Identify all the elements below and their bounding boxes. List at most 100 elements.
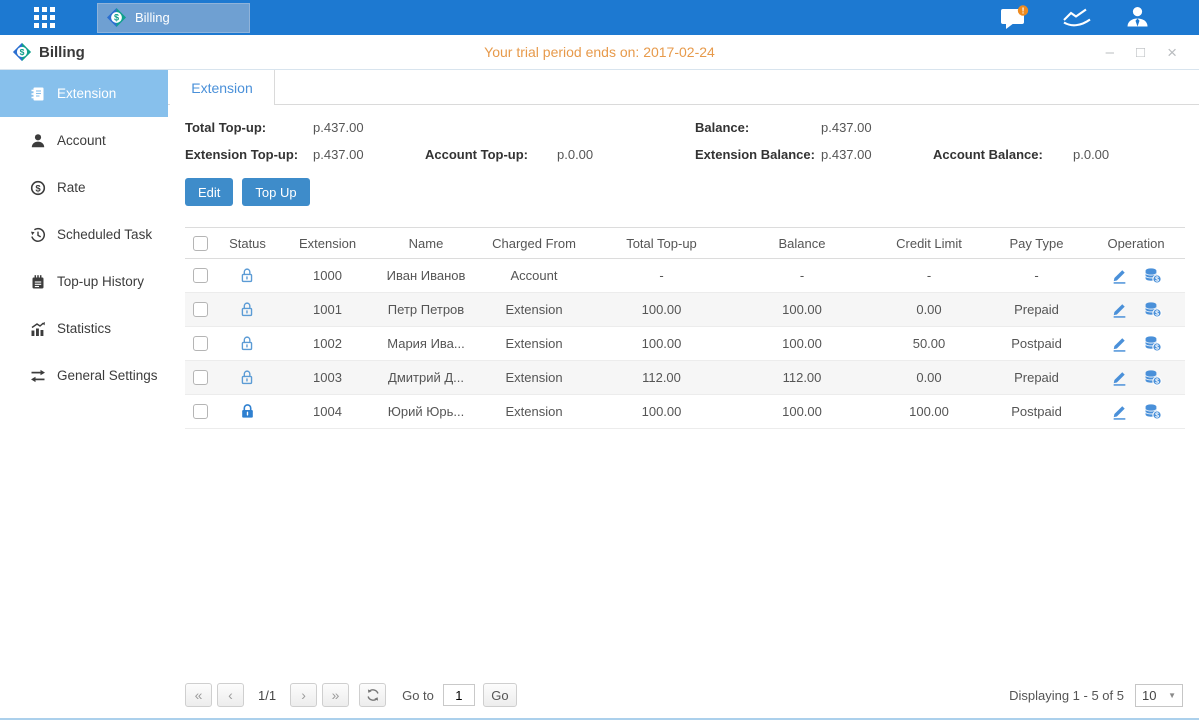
cell-charged-from: Extension: [477, 395, 591, 429]
go-button[interactable]: Go: [483, 683, 517, 707]
refresh-button[interactable]: [359, 683, 386, 707]
cell-total-topup: 100.00: [591, 395, 732, 429]
apps-grid-icon[interactable]: [34, 7, 55, 28]
statistics-chart-icon[interactable]: [1061, 6, 1092, 30]
sidebar-item-extension[interactable]: Extension: [0, 70, 168, 117]
unlock-icon: [239, 369, 256, 384]
edit-icon[interactable]: [1111, 267, 1128, 284]
extension-balance-label: Extension Balance:: [695, 147, 821, 162]
cell-balance: 100.00: [732, 395, 872, 429]
cell-balance: -: [732, 259, 872, 293]
cell-credit-limit: 0.00: [872, 293, 986, 327]
displaying-status: Displaying 1 - 5 of 5: [1009, 688, 1124, 703]
col-total-topup: Total Top-up: [591, 228, 732, 259]
top-up-coins-icon[interactable]: $: [1144, 267, 1162, 284]
trial-notice: Your trial period ends on: 2017-02-24: [0, 44, 1199, 60]
svg-text:$: $: [1155, 413, 1159, 420]
action-buttons: Edit Top Up: [168, 178, 1199, 206]
main-content: Extension Total Top-up: p.437.00 Extensi…: [168, 70, 1199, 720]
close-button[interactable]: ×: [1167, 44, 1177, 61]
col-credit-limit: Credit Limit: [872, 228, 986, 259]
rate-dollar-circle-icon: $: [30, 180, 46, 196]
goto-label: Go to: [402, 688, 434, 703]
last-page-button[interactable]: »: [322, 683, 349, 707]
topbar: $ Billing !: [0, 0, 1199, 35]
cell-pay-type: Postpaid: [986, 327, 1087, 361]
cell-name: Петр Петров: [375, 293, 477, 327]
edit-button[interactable]: Edit: [185, 178, 233, 206]
cell-charged-from: Extension: [477, 293, 591, 327]
cell-balance: 100.00: [732, 327, 872, 361]
sidebar-item-label: Extension: [57, 86, 116, 101]
svg-text:$: $: [35, 183, 41, 194]
svg-text:$: $: [1155, 311, 1159, 318]
sidebar: Extension Account $ Rate: [0, 70, 168, 720]
page-size-select[interactable]: 10 ▼: [1135, 684, 1183, 707]
sidebar-item-label: Statistics: [57, 321, 111, 336]
bar-chart-arrow-icon: [30, 321, 46, 337]
cell-total-topup: 100.00: [591, 293, 732, 327]
topbar-actions: !: [1000, 5, 1151, 31]
edit-icon[interactable]: [1111, 369, 1128, 386]
messages-icon[interactable]: !: [1000, 5, 1029, 31]
table-row: 1004 Юрий Юрь... Extension 100.00 100.00…: [185, 395, 1185, 429]
minimize-button[interactable]: –: [1106, 45, 1114, 60]
sidebar-item-rate[interactable]: $ Rate: [0, 164, 168, 211]
edit-icon[interactable]: [1111, 301, 1128, 318]
billing-window-icon: $: [12, 42, 32, 62]
maximize-button[interactable]: □: [1136, 45, 1145, 60]
cell-credit-limit: 50.00: [872, 327, 986, 361]
sidebar-item-topup-history[interactable]: Top-up History: [0, 258, 168, 305]
sidebar-item-scheduled-task[interactable]: Scheduled Task: [0, 211, 168, 258]
sidebar-item-label: Rate: [57, 180, 86, 195]
cell-name: Мария Ива...: [375, 327, 477, 361]
sidebar-item-general-settings[interactable]: General Settings: [0, 352, 168, 399]
tab-bar: Extension: [168, 70, 1199, 105]
user-icon[interactable]: [1124, 5, 1151, 31]
row-checkbox[interactable]: [193, 404, 208, 419]
row-checkbox[interactable]: [193, 370, 208, 385]
top-up-coins-icon[interactable]: $: [1144, 301, 1162, 318]
cell-balance: 100.00: [732, 293, 872, 327]
select-all-checkbox[interactable]: [193, 236, 208, 251]
row-checkbox[interactable]: [193, 302, 208, 317]
billing-diamond-icon: $: [106, 7, 127, 28]
table-row: 1002 Мария Ива... Extension 100.00 100.0…: [185, 327, 1185, 361]
tab-extension[interactable]: Extension: [170, 70, 275, 105]
svg-text:$: $: [1155, 379, 1159, 386]
col-status: Status: [215, 228, 280, 259]
svg-text:$: $: [114, 13, 119, 23]
clock-history-icon: [30, 227, 46, 243]
prev-page-button[interactable]: ‹: [217, 683, 244, 707]
top-up-coins-icon[interactable]: $: [1144, 335, 1162, 352]
row-checkbox[interactable]: [193, 336, 208, 351]
top-up-button[interactable]: Top Up: [242, 178, 309, 206]
sidebar-item-statistics[interactable]: Statistics: [0, 305, 168, 352]
extension-balance-value: p.437.00: [821, 147, 933, 162]
cell-charged-from: Extension: [477, 361, 591, 395]
extension-table: Status Extension Name Charged From Total…: [185, 227, 1185, 429]
transfer-arrows-icon: [30, 368, 46, 384]
sidebar-item-account[interactable]: Account: [0, 117, 168, 164]
pagination-bar: « ‹ 1/1 › » Go to: [168, 683, 1199, 720]
top-up-coins-icon[interactable]: $: [1144, 403, 1162, 420]
window-titlebar: Your trial period ends on: 2017-02-24 $ …: [0, 35, 1199, 70]
top-up-coins-icon[interactable]: $: [1144, 369, 1162, 386]
table-row: 1000 Иван Иванов Account - - - - $: [185, 259, 1185, 293]
total-topup-value: p.437.00: [313, 120, 425, 135]
row-checkbox[interactable]: [193, 268, 208, 283]
first-page-button[interactable]: «: [185, 683, 212, 707]
svg-text:$: $: [1155, 277, 1159, 284]
cell-pay-type: Prepaid: [986, 361, 1087, 395]
next-page-button[interactable]: ›: [290, 683, 317, 707]
cell-pay-type: -: [986, 259, 1087, 293]
cell-total-topup: -: [591, 259, 732, 293]
edit-icon[interactable]: [1111, 335, 1128, 352]
svg-text:$: $: [1155, 345, 1159, 352]
cell-pay-type: Prepaid: [986, 293, 1087, 327]
col-operation: Operation: [1087, 228, 1185, 259]
col-extension: Extension: [280, 228, 375, 259]
edit-icon[interactable]: [1111, 403, 1128, 420]
topbar-tab-billing[interactable]: $ Billing: [97, 3, 250, 33]
goto-page-input[interactable]: [443, 684, 475, 706]
